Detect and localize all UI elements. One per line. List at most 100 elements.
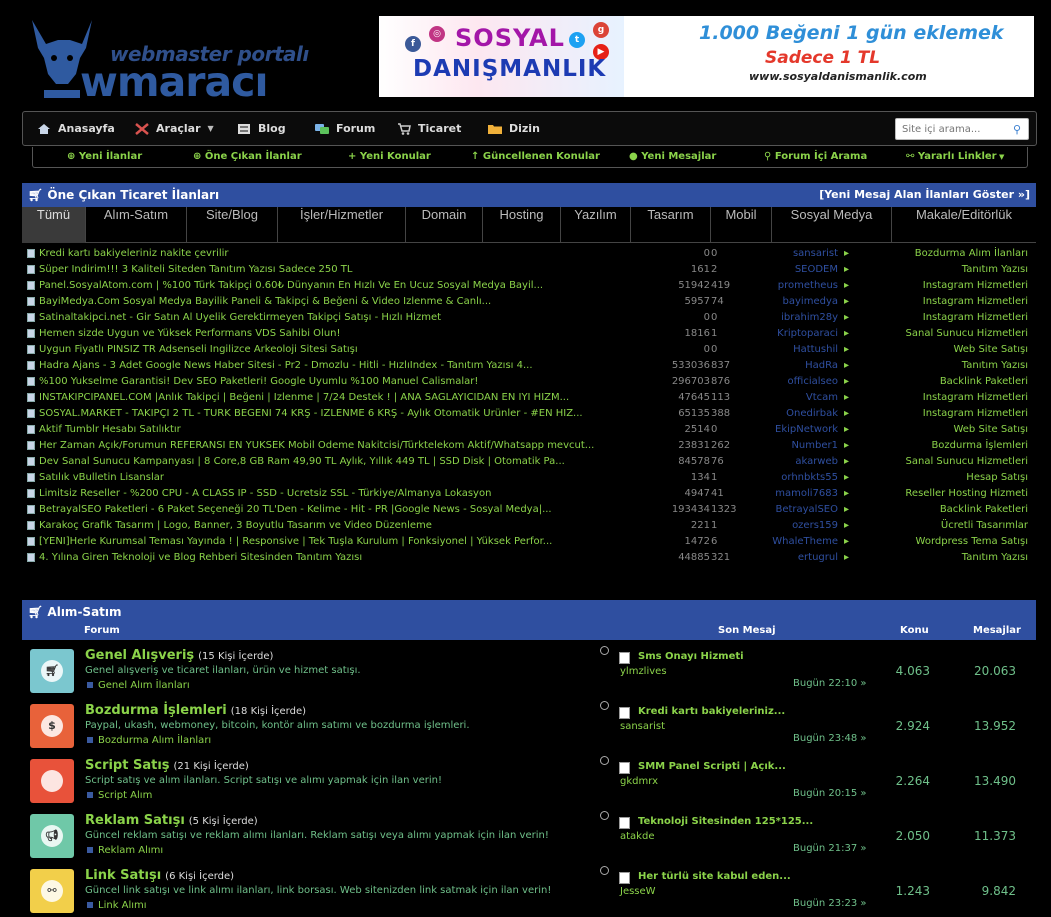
listing-category[interactable]: Ücretli Tasarımlar	[941, 520, 1028, 531]
listing-title[interactable]: Limitsiz Reseller - %200 CPU - A CLASS I…	[39, 488, 619, 499]
listing-category[interactable]: Tanıtım Yazısı	[962, 552, 1028, 563]
tab-tumu[interactable]: Tümü	[22, 207, 86, 243]
listing-title[interactable]: Süper İndirim!!! 3 Kaliteli Siteden Tanı…	[39, 264, 619, 275]
listing-title[interactable]: Satinaltakipci.net - Gir Satın Al Üyelik…	[39, 312, 619, 323]
subnav-one-cikan-ilanlar[interactable]: ⊕ Öne Çıkan İlanlar	[193, 151, 302, 162]
listing-user[interactable]: BetrayalSEO	[762, 504, 838, 515]
listing-title[interactable]: Her Zaman Açık/Forumun REFERANSI EN YÜKS…	[39, 440, 619, 451]
forum-title[interactable]: Script Satış (21 Kişi İçerde)	[85, 758, 249, 773]
listing-title[interactable]: Satılık vBulletin Lisanslar	[39, 472, 619, 483]
tab-yazilim[interactable]: Yazılım	[561, 207, 631, 243]
listing-user[interactable]: akarweb	[762, 456, 838, 467]
listing-category[interactable]: Sanal Sunucu Hizmetleri	[906, 328, 1028, 339]
listing-category[interactable]: Instagram Hizmetleri	[923, 408, 1028, 419]
last-post-title[interactable]: Sms Onayı Hizmeti	[638, 651, 744, 662]
listing-user[interactable]: WhaleTheme	[762, 536, 838, 547]
listing-user[interactable]: officialseo	[762, 376, 838, 387]
listing-user[interactable]: bayimedya	[762, 296, 838, 307]
listing-title[interactable]: Dev Sanal Sunucu Kampanyası | 8 Core,8 G…	[39, 456, 619, 467]
preview-icon[interactable]	[600, 866, 609, 875]
listing-category[interactable]: Bozdurma Alım İlanları	[915, 248, 1028, 259]
site-search[interactable]: ⚲	[895, 118, 1029, 140]
preview-icon[interactable]	[600, 811, 609, 820]
listing-title[interactable]: Aktif Tumblr Hesabı Satılıktır	[39, 424, 619, 435]
last-post-user[interactable]: gkdmrx	[620, 776, 658, 787]
listing-user[interactable]: ertugrul	[762, 552, 838, 563]
subforum-link[interactable]: Link Alımı	[87, 900, 147, 911]
listing-category[interactable]: Web Site Satışı	[953, 424, 1028, 435]
subnav-guncellenen-konular[interactable]: ↑ Güncellenen Konular	[471, 151, 600, 162]
listing-title[interactable]: Hemen sizde Uygun ve Yüksek Performans V…	[39, 328, 619, 339]
nav-item-blog[interactable]: Blog	[237, 122, 286, 135]
last-post-user[interactable]: atakde	[620, 831, 654, 842]
nav-item-dizin[interactable]: Dizin	[488, 122, 540, 135]
last-post-date[interactable]: Bugün 20:15 »	[793, 788, 867, 799]
listing-title[interactable]: BayiMedya.Com Sosyal Medya Bayilik Panel…	[39, 296, 619, 307]
site-logo[interactable]: webmaster portalı wmaracı	[24, 14, 314, 106]
preview-icon[interactable]	[600, 646, 609, 655]
last-post-title[interactable]: Kredi kartı bakiyeleriniz...	[638, 706, 785, 717]
listing-category[interactable]: Instagram Hizmetleri	[923, 392, 1028, 403]
listing-user[interactable]: Kriptoparaci	[762, 328, 838, 339]
listing-user[interactable]: EkipNetwork	[762, 424, 838, 435]
listing-title[interactable]: %100 Yukselme Garantisi! Dev SEO Paketle…	[39, 376, 619, 387]
listing-user[interactable]: HadRa	[762, 360, 838, 371]
last-post-date[interactable]: Bugün 21:37 »	[793, 843, 867, 854]
last-post-date[interactable]: Bugün 23:23 »	[793, 898, 867, 909]
listing-title[interactable]: Kredi kartı bakiyeleriniz nakite çevrili…	[39, 248, 619, 259]
tab-domain[interactable]: Domain	[406, 207, 483, 243]
last-post-title[interactable]: Her türlü site kabul eden...	[638, 871, 791, 882]
listing-user[interactable]: mamoli7683	[762, 488, 838, 499]
subnav-yeni-ilanlar[interactable]: ⊕ Yeni İlanlar	[67, 151, 142, 162]
last-post-title[interactable]: SMM Panel Scripti | Açık...	[638, 761, 786, 772]
tab-sosyal-medya[interactable]: Sosyal Medya	[772, 207, 892, 243]
subnav-yeni-konular[interactable]: + Yeni Konular	[348, 151, 431, 162]
listing-user[interactable]: Onedirbak	[762, 408, 838, 419]
listing-category[interactable]: Sanal Sunucu Hizmetleri	[906, 456, 1028, 467]
listing-category[interactable]: Instagram Hizmetleri	[923, 312, 1028, 323]
tab-site-blog[interactable]: Site/Blog	[187, 207, 278, 243]
listing-category[interactable]: Wordpress Tema Satışı	[916, 536, 1028, 547]
show-new-message-listings-link[interactable]: [Yeni Mesaj Alan İlanları Göster »]	[819, 188, 1030, 201]
listing-category[interactable]: Backlink Paketleri	[940, 504, 1028, 515]
forum-title[interactable]: Reklam Satışı (5 Kişi İçerde)	[85, 813, 258, 828]
last-post-date[interactable]: Bugün 23:48 »	[793, 733, 867, 744]
tab-alim-satim[interactable]: Alım-Satım	[86, 207, 187, 243]
tab-hosting[interactable]: Hosting	[483, 207, 561, 243]
subforum-link[interactable]: Genel Alım İlanları	[87, 680, 190, 691]
listing-category[interactable]: Reseller Hosting Hizmeti	[905, 488, 1028, 499]
listing-title[interactable]: 4. Yılına Giren Teknoloji ve Blog Rehber…	[39, 552, 619, 563]
last-post-user[interactable]: ylmzlives	[620, 666, 667, 677]
forum-title[interactable]: Link Satışı (6 Kişi İçerde)	[85, 868, 234, 883]
listing-user[interactable]: Vtcam	[762, 392, 838, 403]
preview-icon[interactable]	[600, 756, 609, 765]
tab-makale-editorluk[interactable]: Makale/Editörlük	[892, 207, 1036, 243]
last-post-date[interactable]: Bugün 22:10 »	[793, 678, 867, 689]
nav-item-forum[interactable]: Forum	[315, 122, 375, 135]
search-input[interactable]	[896, 119, 1006, 139]
listing-user[interactable]: sansarist	[762, 248, 838, 259]
listing-title[interactable]: Uygun Fiyatlı PİNSİZ TR Adsenseli İngili…	[39, 344, 619, 355]
tab-isler-hizmetler[interactable]: İşler/Hizmetler	[278, 207, 406, 243]
listing-category[interactable]: Instagram Hizmetleri	[923, 280, 1028, 291]
listing-title[interactable]: Hadra Ajans - 3 Adet Google News Haber S…	[39, 360, 619, 371]
listing-category[interactable]: Backlink Paketleri	[940, 376, 1028, 387]
forum-title[interactable]: Bozdurma İşlemleri (18 Kişi İçerde)	[85, 703, 306, 718]
tab-tasarim[interactable]: Tasarım	[631, 207, 711, 243]
listing-user[interactable]: ibrahim28y	[762, 312, 838, 323]
listing-category[interactable]: Hesap Satışı	[966, 472, 1028, 483]
listing-user[interactable]: Number1	[762, 440, 838, 451]
forum-title[interactable]: Genel Alışveriş (15 Kişi İçerde)	[85, 648, 273, 663]
subforum-link[interactable]: Bozdurma Alım İlanları	[87, 735, 211, 746]
listing-title[interactable]: SOSYAL.MARKET - TAKİPÇİ 2 TL - TÜRK BEĞE…	[39, 408, 619, 419]
nav-item-araclar[interactable]: Araçlar ▼	[135, 122, 214, 135]
listing-title[interactable]: BetrayalSEO Paketleri - 6 Paket Seçeneği…	[39, 504, 619, 515]
last-post-user[interactable]: sansarist	[620, 721, 665, 732]
subforum-link[interactable]: Reklam Alımı	[87, 845, 163, 856]
last-post-user[interactable]: JesseW	[620, 886, 656, 897]
listing-category[interactable]: Tanıtım Yazısı	[962, 360, 1028, 371]
listing-title[interactable]: Panel.SosyalAtom.com | %100 Türk Takipçi…	[39, 280, 619, 291]
listing-user[interactable]: ozers159	[762, 520, 838, 531]
subnav-forum-ici-arama[interactable]: ⚲ Forum İçi Arama	[764, 151, 867, 162]
listing-user[interactable]: SEODEM	[762, 264, 838, 275]
